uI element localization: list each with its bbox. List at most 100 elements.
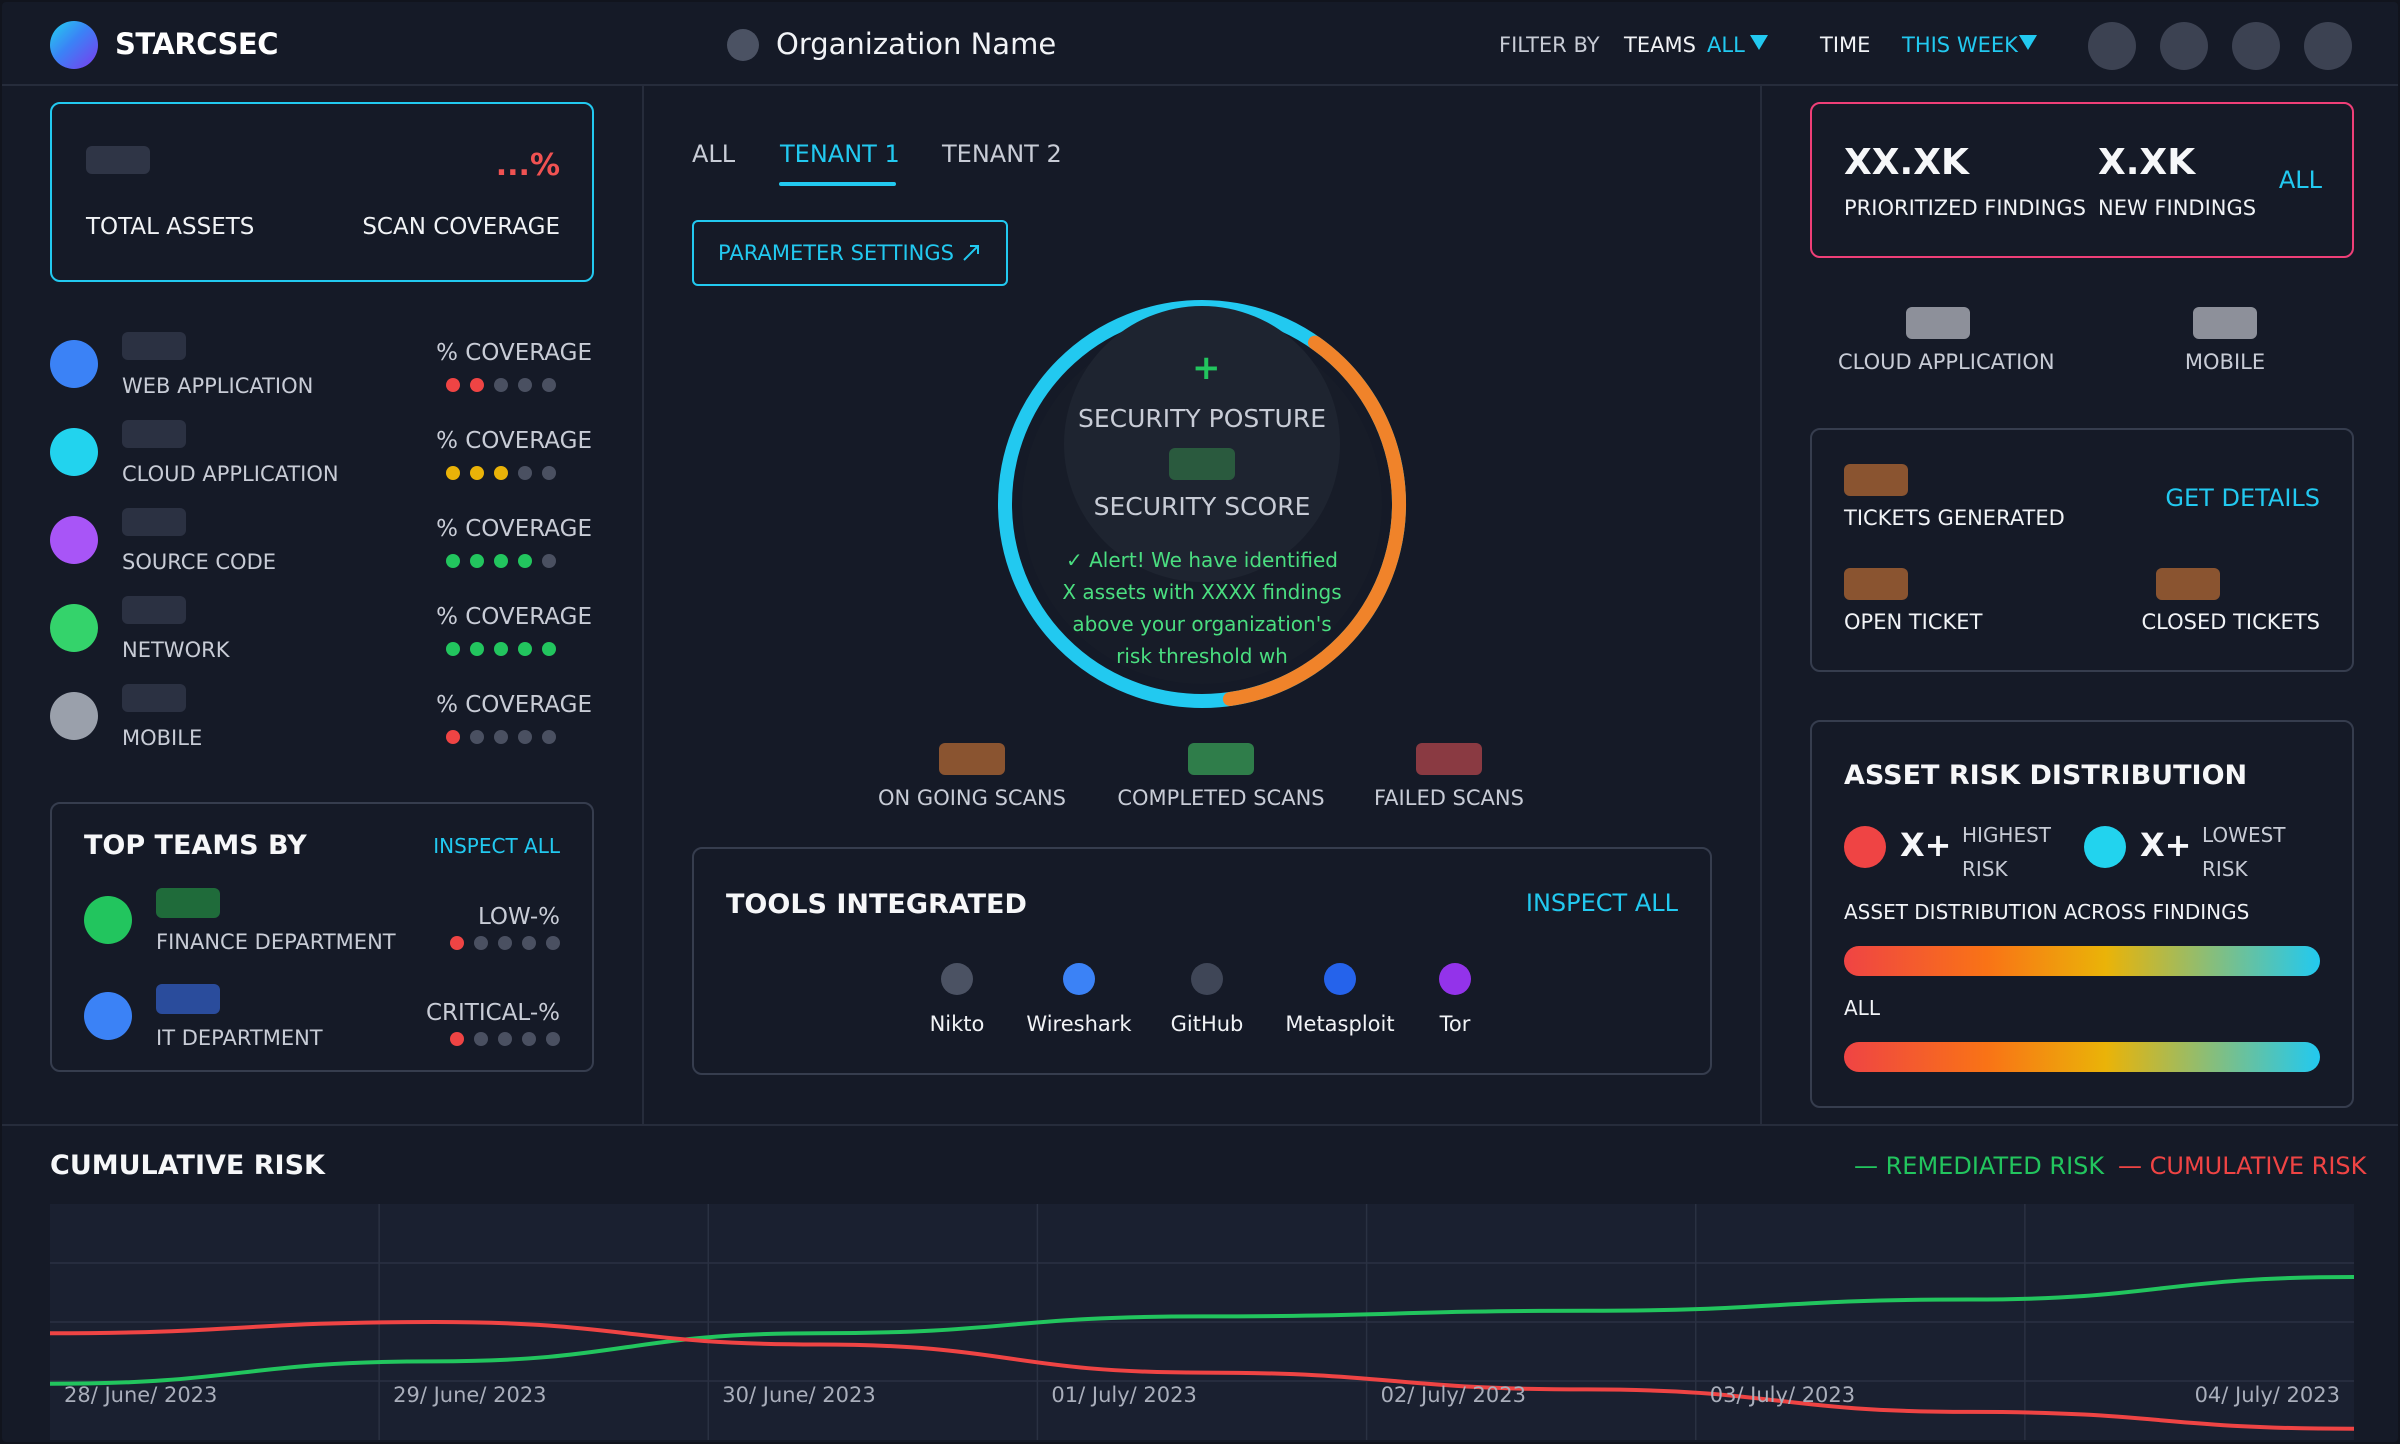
platform-mobile-label: MOBILE (2184, 350, 2266, 374)
team-icon (84, 992, 132, 1040)
category-label[interactable]: SOURCE CODE (122, 550, 276, 574)
category-label[interactable]: CLOUD APPLICATION (122, 462, 339, 486)
tools-inspect-all-link[interactable]: INSPECT ALL (1526, 889, 1678, 917)
failed-scans-label: FAILED SCANS (1374, 786, 1524, 810)
user-avatar[interactable] (2304, 22, 2352, 70)
coverage-dot (518, 378, 532, 392)
legend-cumulative-risk[interactable]: — CUMULATIVE RISK (2118, 1152, 2366, 1180)
highest-risk-label: HIGHEST RISK (1962, 818, 2051, 886)
risk-dot (546, 936, 560, 950)
risk-distribution-title: ASSET RISK DISTRIBUTION (1844, 760, 2248, 791)
coverage-dot (518, 642, 532, 656)
wireshark-icon[interactable] (1063, 963, 1095, 995)
distribution-findings-bar (1844, 946, 2320, 976)
category-value-placeholder (122, 332, 186, 360)
findings-all-link[interactable]: ALL (2279, 166, 2322, 194)
asset-risk-distribution-card: ASSET RISK DISTRIBUTION X+ HIGHEST RISK … (1810, 720, 2354, 1108)
header-action-icon-2[interactable] (2160, 22, 2208, 70)
category-icon (50, 516, 98, 564)
header-action-icon-1[interactable] (2088, 22, 2136, 70)
lowest-risk-label-line-1: LOWEST (2202, 823, 2286, 847)
tool-label[interactable]: Tor (1375, 1012, 1535, 1036)
metasploit-icon[interactable] (1324, 963, 1356, 995)
nikto-icon[interactable] (941, 963, 973, 995)
highest-risk-label-line-1: HIGHEST (1962, 823, 2052, 847)
tab-tenant-2[interactable]: TENANT 2 (942, 140, 1062, 168)
coverage-dot (494, 730, 508, 744)
org-avatar-icon[interactable] (727, 29, 759, 61)
x-tick-label: 30/ June/ 2023 (722, 1383, 875, 1407)
alert-line-1: ✓ Alert! We have identified (1065, 548, 1339, 572)
scan-coverage-value: ...% (495, 148, 560, 183)
lowest-risk-value: X+ (2140, 826, 2192, 864)
top-teams-inspect-all-link[interactable]: INSPECT ALL (433, 834, 560, 858)
new-findings-value: X.XK (2098, 142, 2196, 183)
ongoing-scans-label: ON GOING SCANS (878, 786, 1066, 810)
time-dropdown-value[interactable]: THIS WEEK (1902, 33, 2018, 57)
legend-remediated-risk[interactable]: — REMEDIATED RISK (1854, 1152, 2104, 1180)
coverage-dot (494, 642, 508, 656)
security-score-label: SECURITY SCORE (1093, 492, 1311, 521)
tor-icon[interactable] (1439, 963, 1471, 995)
time-chevron-down-icon[interactable] (2019, 35, 2037, 50)
risk-dot (450, 1032, 464, 1046)
github-icon[interactable] (1191, 963, 1223, 995)
security-posture-title: SECURITY POSTURE (1077, 404, 1326, 433)
distribution-all-bar (1844, 1042, 2320, 1072)
distribution-across-label: ASSET DISTRIBUTION ACROSS FINDINGS (1844, 900, 2250, 924)
x-tick-label: 29/ June/ 2023 (393, 1383, 546, 1407)
category-icon (50, 340, 98, 388)
coverage-dot (470, 730, 484, 744)
app-window: STARCSEC Organization Name FILTER BY TEA… (2, 2, 2398, 1442)
lowest-risk-label-line-2: RISK (2202, 857, 2248, 881)
coverage-dot (470, 554, 484, 568)
mobile-value-placeholder (2193, 307, 2257, 339)
tab-all[interactable]: ALL (692, 140, 735, 168)
tab-tenant-1[interactable]: TENANT 1 (780, 140, 900, 168)
active-tab-indicator (779, 182, 896, 186)
teams-dropdown-value[interactable]: ALL (1707, 33, 1745, 57)
category-coverage-label: % COVERAGE (436, 516, 592, 542)
category-icon (50, 428, 98, 476)
category-value-placeholder (122, 420, 186, 448)
coverage-dot (542, 730, 556, 744)
header-action-icon-3[interactable] (2232, 22, 2280, 70)
team-risk-level: LOW-% (477, 904, 560, 930)
coverage-dot (518, 554, 532, 568)
closed-tickets-value-placeholder (2156, 568, 2220, 600)
get-details-link[interactable]: GET DETAILS (2165, 484, 2320, 512)
cloud-app-value-placeholder (1906, 307, 1970, 339)
risk-dot (546, 1032, 560, 1046)
category-label[interactable]: MOBILE (122, 726, 202, 750)
category-label[interactable]: WEB APPLICATION (122, 374, 313, 398)
org-name[interactable]: Organization Name (776, 27, 1056, 61)
failed-scans-value-placeholder (1416, 743, 1482, 775)
x-tick-label: 02/ July/ 2023 (1381, 1383, 1526, 1407)
coverage-dot (470, 378, 484, 392)
distribution-all-label: ALL (1844, 996, 1880, 1020)
coverage-dot (470, 466, 484, 480)
teams-label: TEAMS (1624, 33, 1696, 57)
category-coverage-dots (446, 642, 556, 656)
ongoing-scans-value-placeholder (939, 743, 1005, 775)
coverage-dot (470, 642, 484, 656)
teams-chevron-down-icon[interactable] (1750, 35, 1768, 50)
tickets-generated-label: TICKETS GENERATED (1844, 506, 2065, 530)
category-coverage-dots (446, 378, 556, 392)
completed-scans-label: COMPLETED SCANS (1117, 786, 1325, 810)
category-label[interactable]: NETWORK (122, 638, 229, 662)
team-name[interactable]: IT DEPARTMENT (156, 1026, 323, 1050)
tools-integrated-title: TOOLS INTEGRATED (726, 889, 1027, 920)
open-ticket-value-placeholder (1844, 568, 1908, 600)
team-name[interactable]: FINANCE DEPARTMENT (156, 930, 396, 954)
risk-dot (498, 1032, 512, 1046)
coverage-dot (446, 730, 460, 744)
divider-left (642, 86, 644, 1124)
coverage-dot (542, 378, 556, 392)
alert-line-2: X assets with XXXX findings (1062, 580, 1342, 604)
category-coverage-label: % COVERAGE (436, 692, 592, 718)
category-coverage-dots (446, 730, 556, 744)
parameter-settings-button[interactable]: PARAMETER SETTINGS (692, 220, 1008, 286)
x-tick-label: 04/ July/ 2023 (2195, 1383, 2340, 1407)
risk-dot (450, 936, 464, 950)
